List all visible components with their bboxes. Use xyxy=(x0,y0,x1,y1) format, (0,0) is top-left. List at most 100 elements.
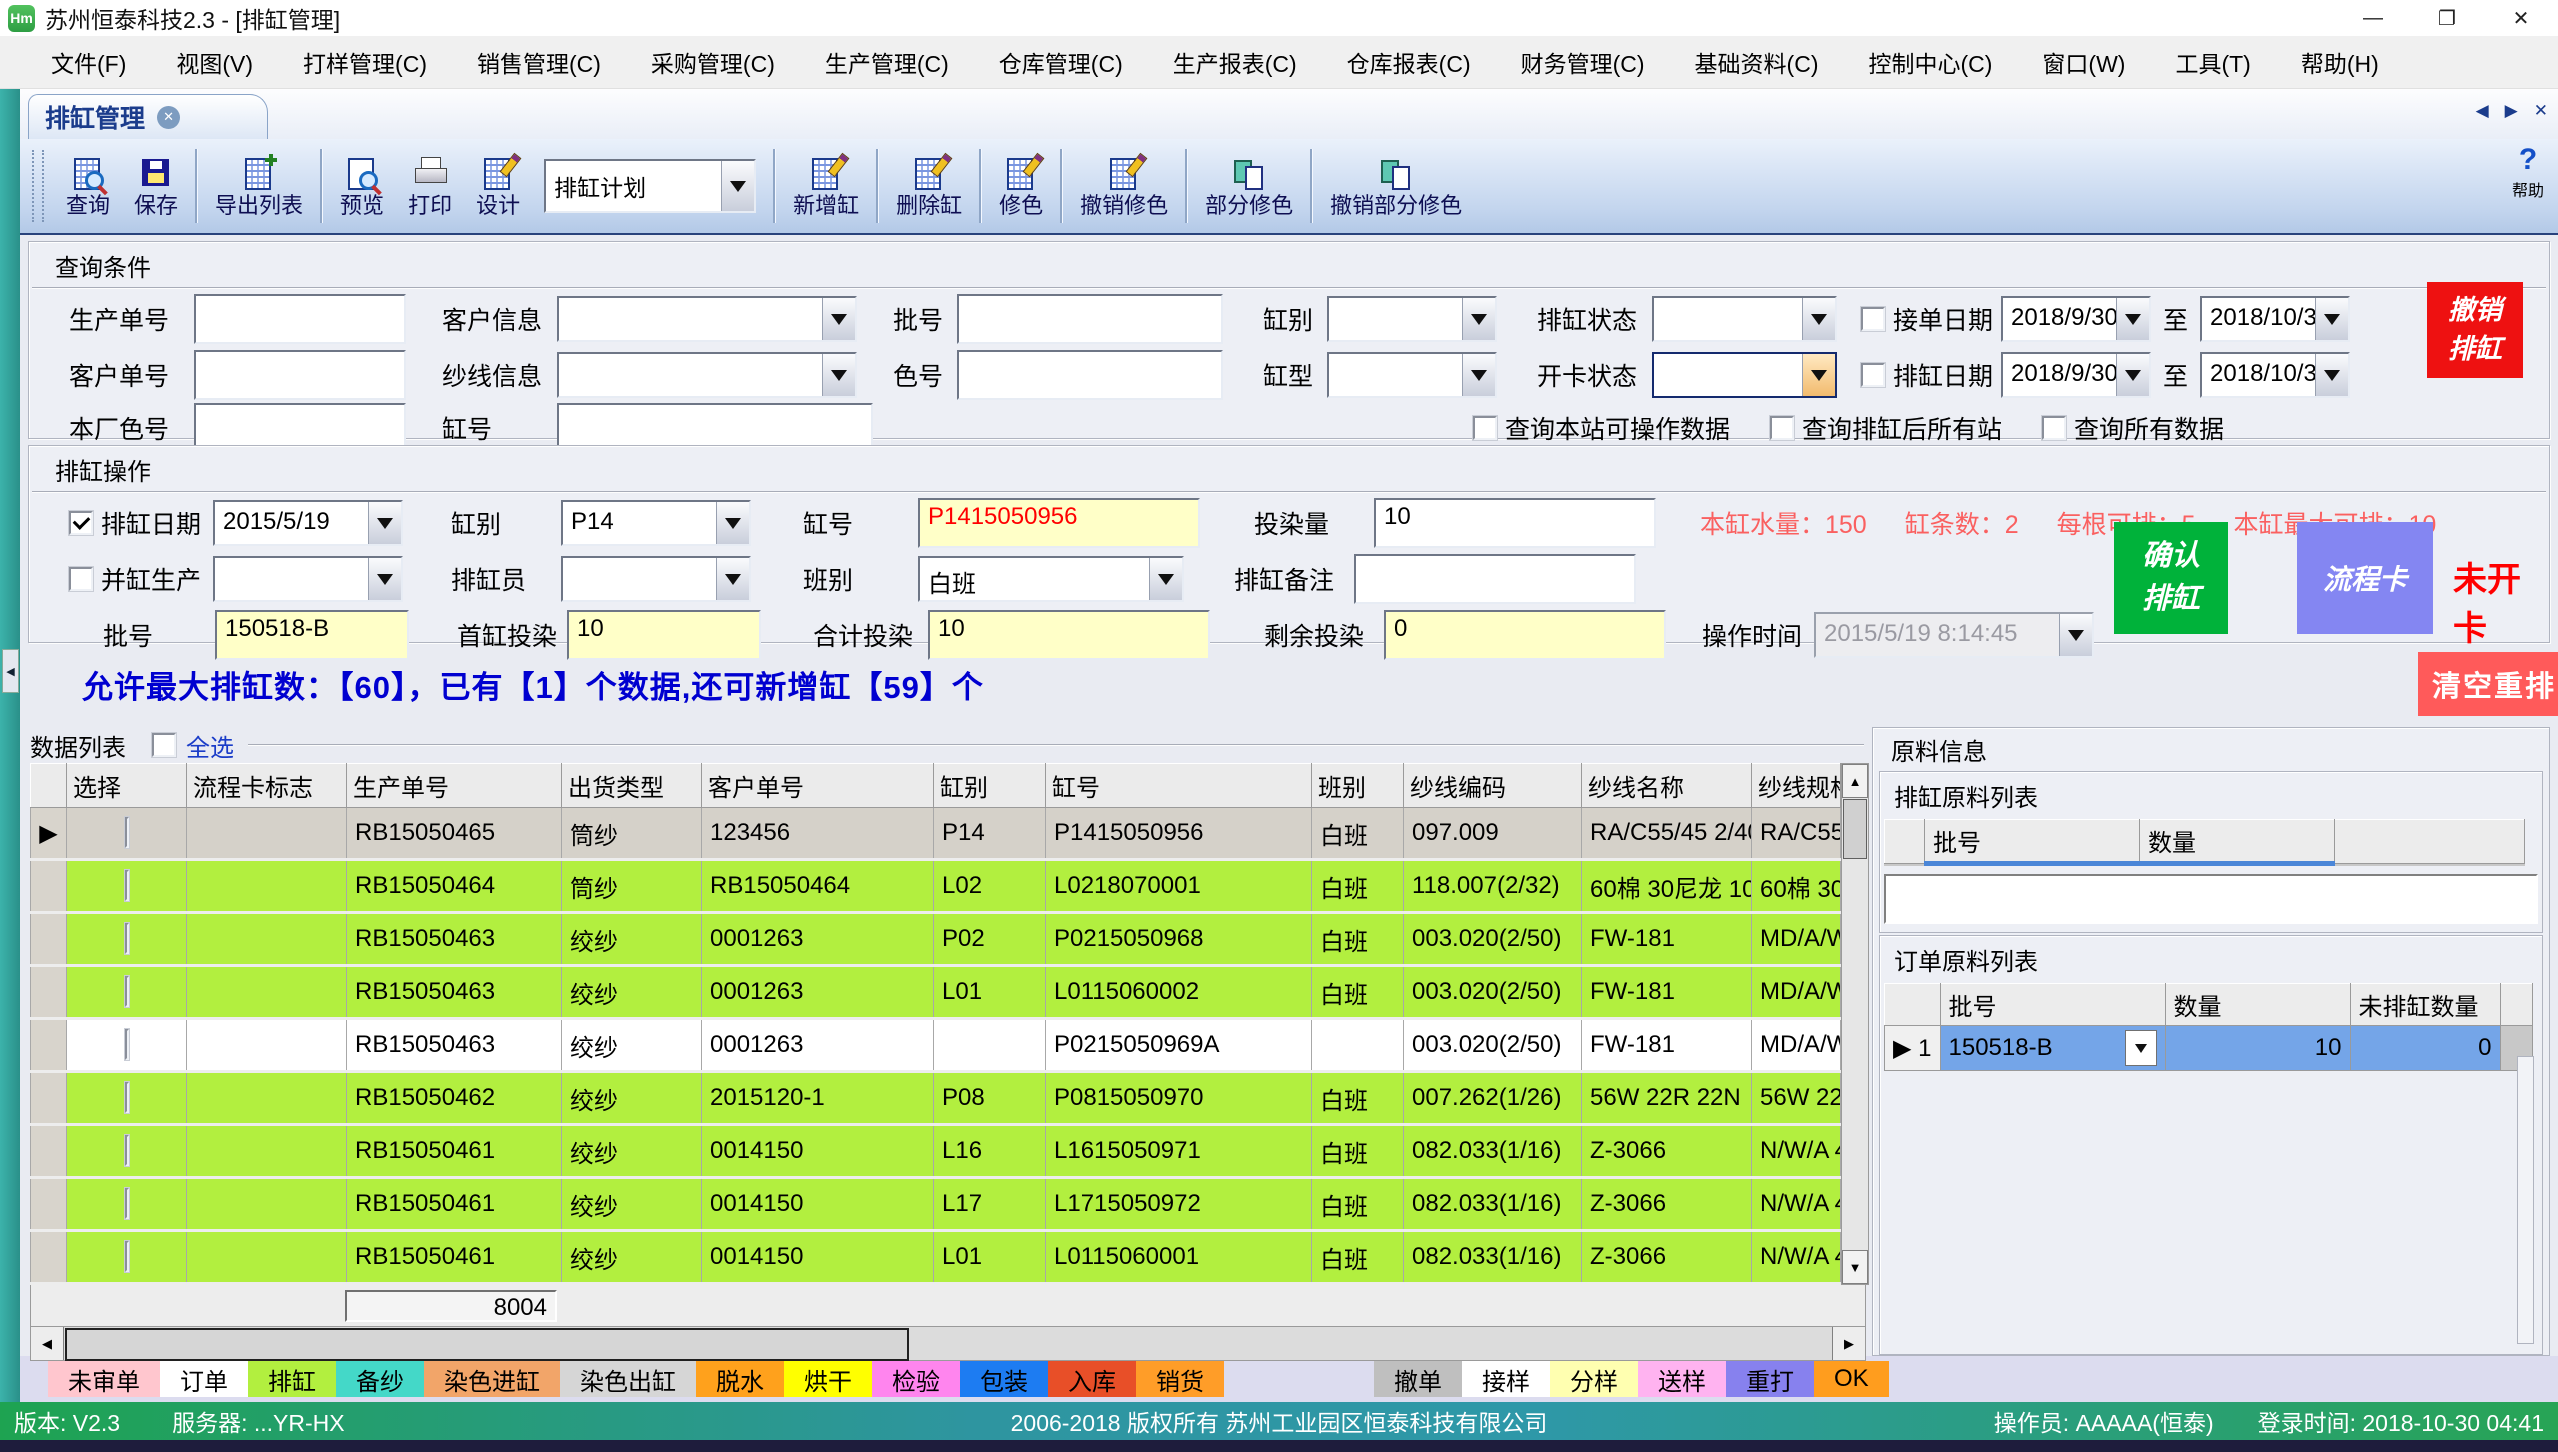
close-button[interactable]: ✕ xyxy=(2484,0,2558,36)
yarn-info-combo[interactable] xyxy=(557,352,857,398)
menu-production-report[interactable]: 生产报表(C) xyxy=(1148,37,1322,87)
dropdown-button[interactable] xyxy=(822,298,855,340)
row-checkbox[interactable] xyxy=(125,1135,129,1166)
fix-color-button[interactable]: 修色 xyxy=(987,143,1055,229)
remark-input[interactable] xyxy=(1354,554,1636,604)
dropdown-button[interactable] xyxy=(721,161,754,211)
dropdown-button[interactable] xyxy=(368,502,401,544)
scroll-down-icon[interactable]: ▼ xyxy=(1842,1250,1868,1284)
menu-base-data[interactable]: 基础资料(C) xyxy=(1670,37,1844,87)
dropdown-button[interactable] xyxy=(1462,354,1495,396)
table-row[interactable]: RB15050463 绞纱 0001263 P0215050969A 003.0… xyxy=(31,1019,1841,1072)
vat-type-combo[interactable] xyxy=(1327,352,1497,398)
customer-no-input[interactable] xyxy=(194,350,406,400)
scroll-left-icon[interactable]: ◀ xyxy=(31,1327,64,1360)
row-selector[interactable] xyxy=(31,1019,67,1072)
row-selector[interactable]: ▶ xyxy=(31,808,67,860)
row-selector[interactable] xyxy=(31,913,67,966)
menu-finance[interactable]: 财务管理(C) xyxy=(1496,37,1670,87)
table-row[interactable]: RB15050463 绞纱 0001263 L01 L0115060002 白班… xyxy=(31,966,1841,1019)
undo-partial-fix-color-button[interactable]: 撤销部分修色 xyxy=(1318,143,1474,229)
tab-scroll-left-icon[interactable]: ◀ xyxy=(2476,101,2489,121)
menu-sampling[interactable]: 打样管理(C) xyxy=(278,37,452,87)
dropdown-button[interactable] xyxy=(1802,354,1835,396)
row-selector[interactable] xyxy=(31,1178,67,1231)
menu-purchase[interactable]: 采购管理(C) xyxy=(626,37,800,87)
op-arrange-date-combo[interactable]: 2015/5/19 xyxy=(213,500,403,546)
scroll-up-icon[interactable]: ▲ xyxy=(1842,764,1868,798)
arrange-date-from[interactable]: 2018/9/30 xyxy=(2001,352,2151,398)
col-ship-type[interactable]: 出货类型 xyxy=(562,764,702,808)
after-arrange-all-checkbox[interactable] xyxy=(1770,416,1794,440)
dropdown-button[interactable] xyxy=(716,502,749,544)
menu-warehouse-report[interactable]: 仓库报表(C) xyxy=(1322,37,1496,87)
menu-control-center[interactable]: 控制中心(C) xyxy=(1843,37,2017,87)
row-checkbox[interactable] xyxy=(125,1082,129,1113)
confirm-arrange-button[interactable]: 确认排缸 xyxy=(2114,522,2228,634)
row-checkbox[interactable] xyxy=(125,1029,129,1060)
flow-card-button[interactable]: 流程卡 xyxy=(2297,522,2433,634)
dropdown-button[interactable] xyxy=(1462,298,1495,340)
dropdown-button[interactable] xyxy=(2315,354,2348,396)
row-selector[interactable] xyxy=(31,860,67,913)
row-selector[interactable] xyxy=(31,966,67,1019)
dropdown-button[interactable] xyxy=(1802,298,1835,340)
arrange-date-to[interactable]: 2018/10/30 xyxy=(2200,352,2350,398)
table-row[interactable]: RB15050464 筒纱 RB15050464 L02 L0218070001… xyxy=(31,860,1841,913)
tab-close-icon[interactable]: ✕ xyxy=(157,106,180,129)
merge-vat-checkbox[interactable] xyxy=(69,567,93,591)
menu-view[interactable]: 视图(V) xyxy=(151,37,278,87)
col-yarn-name[interactable]: 纱线名称 xyxy=(1582,764,1752,808)
arrange-date-enable-checkbox[interactable] xyxy=(69,511,93,535)
card-status-combo[interactable] xyxy=(1652,352,1837,398)
order-qty-col[interactable]: 数量 xyxy=(2165,984,2350,1026)
scrollbar-thumb[interactable] xyxy=(1843,799,1867,859)
arrange-batch-col[interactable]: 批号 xyxy=(1925,820,2140,864)
order-batch-col[interactable]: 批号 xyxy=(1940,984,2165,1026)
maximize-button[interactable]: ❐ xyxy=(2410,0,2484,36)
undo-fix-color-button[interactable]: 撤销修色 xyxy=(1068,143,1180,229)
dye-qty-input[interactable]: 10 xyxy=(1374,498,1656,548)
arrange-qty-col[interactable]: 数量 xyxy=(2140,820,2335,864)
dropdown-button[interactable] xyxy=(716,558,749,600)
menu-production[interactable]: 生产管理(C) xyxy=(800,37,974,87)
row-checkbox[interactable] xyxy=(125,817,129,848)
receive-date-from[interactable]: 2018/9/30 xyxy=(2001,296,2151,342)
table-row[interactable]: RB15050461 绞纱 0014150 L17 L1715050972 白班… xyxy=(31,1178,1841,1231)
clear-rearrange-button[interactable]: 清空重排 xyxy=(2418,652,2558,716)
add-vat-button[interactable]: 新增缸 xyxy=(781,143,871,229)
vertical-scrollbar[interactable]: ▲ ▼ xyxy=(1841,763,1869,1285)
undo-arrange-button[interactable]: 撤销排缸 xyxy=(2427,282,2523,378)
merge-vat-combo[interactable] xyxy=(213,556,403,602)
shift-combo[interactable]: 白班 xyxy=(918,556,1184,602)
table-row[interactable]: RB15050461 绞纱 0014150 L16 L1615050971 白班… xyxy=(31,1125,1841,1178)
row-checkbox[interactable] xyxy=(125,1188,129,1219)
table-row[interactable]: RB15050463 绞纱 0001263 P02 P0215050968 白班… xyxy=(31,913,1841,966)
col-yarn-spec[interactable]: 纱线规格 xyxy=(1752,764,1841,808)
order-material-row[interactable]: ▶ 1 150518-B 10 0 xyxy=(1885,1026,2533,1071)
dropdown-button[interactable] xyxy=(1149,558,1182,600)
order-unarranged-col[interactable]: 未排缸数量 xyxy=(2350,984,2500,1026)
export-list-button[interactable]: 导出列表 xyxy=(203,143,315,229)
minimize-button[interactable]: — xyxy=(2336,0,2410,36)
col-select[interactable]: 选择 xyxy=(67,764,187,808)
arrange-status-combo[interactable] xyxy=(1652,296,1837,342)
tab-list-close-icon[interactable]: ✕ xyxy=(2534,101,2548,121)
panel-vertical-scrollbar[interactable] xyxy=(2517,1056,2534,1344)
row-checkbox[interactable] xyxy=(125,923,129,954)
dropdown-button[interactable] xyxy=(2116,298,2149,340)
col-vat-class[interactable]: 缸别 xyxy=(934,764,1046,808)
scrollbar-thumb[interactable] xyxy=(65,1328,909,1361)
col-production-no[interactable]: 生产单号 xyxy=(347,764,562,808)
col-flow-mark[interactable]: 流程卡标志 xyxy=(187,764,347,808)
batch-no-input[interactable] xyxy=(957,294,1223,344)
station-operable-checkbox[interactable] xyxy=(1473,416,1497,440)
row-selector[interactable] xyxy=(31,1125,67,1178)
col-shift[interactable]: 班别 xyxy=(1312,764,1404,808)
production-no-input[interactable] xyxy=(194,294,406,344)
dropdown-button[interactable] xyxy=(2116,354,2149,396)
help-button[interactable]: ? 帮助 xyxy=(2512,145,2544,201)
select-all-checkbox[interactable] xyxy=(152,733,176,757)
menu-sales[interactable]: 销售管理(C) xyxy=(452,37,626,87)
arrange-date-checkbox[interactable] xyxy=(1861,363,1885,387)
